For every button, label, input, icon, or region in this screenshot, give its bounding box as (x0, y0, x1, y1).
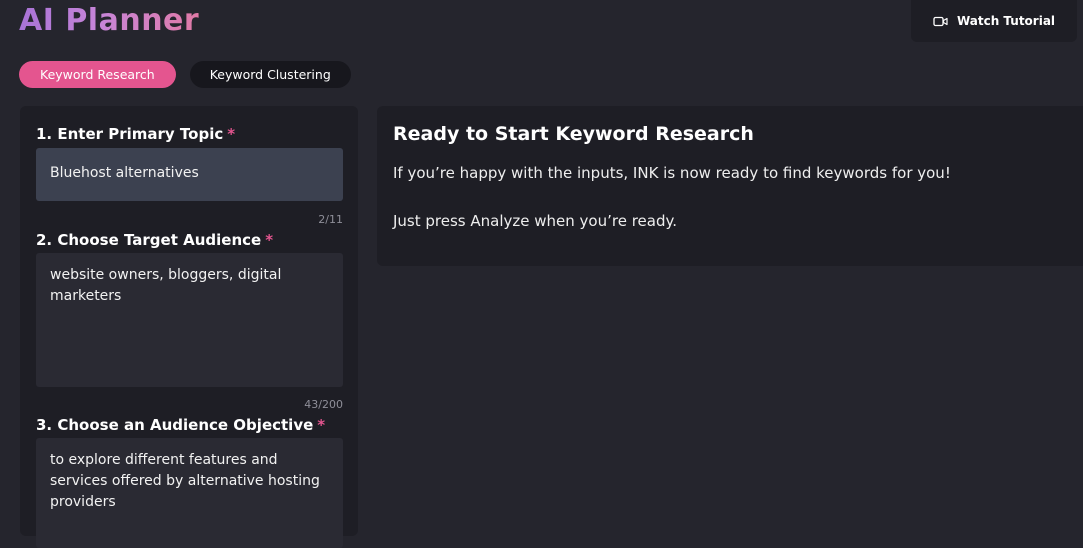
target-audience-label: 2. Choose Target Audience * (36, 231, 274, 249)
video-camera-icon (933, 16, 948, 27)
info-panel: Ready to Start Keyword Research If you’r… (377, 106, 1083, 266)
required-marker: * (227, 125, 236, 143)
info-panel-title: Ready to Start Keyword Research (393, 123, 754, 145)
audience-objective-input[interactable]: to explore different features and servic… (36, 438, 343, 548)
input-form-panel: 1. Enter Primary Topic * Bluehost alterna… (20, 106, 358, 548)
audience-objective-label: 3. Choose an Audience Objective * (36, 416, 326, 434)
info-panel-line-2: Just press Analyze when you’re ready. (393, 212, 677, 230)
primary-topic-counter: 2/11 (318, 213, 343, 226)
app-title: AI Planner (19, 0, 199, 42)
primary-topic-input[interactable]: Bluehost alternatives (36, 148, 343, 201)
target-audience-counter: 43/200 (304, 398, 343, 411)
tab-bar: Keyword Research Keyword Clustering (19, 61, 351, 88)
required-marker: * (317, 416, 326, 434)
tab-keyword-research[interactable]: Keyword Research (19, 61, 176, 88)
primary-topic-label: 1. Enter Primary Topic * (36, 125, 236, 143)
required-marker: * (265, 231, 274, 249)
target-audience-input[interactable]: website owners, bloggers, digital market… (36, 253, 343, 387)
watch-tutorial-button[interactable]: Watch Tutorial (911, 0, 1077, 42)
info-panel-line-1: If you’re happy with the inputs, INK is … (393, 164, 951, 182)
watch-tutorial-label: Watch Tutorial (956, 14, 1056, 28)
tab-keyword-clustering[interactable]: Keyword Clustering (189, 61, 351, 88)
